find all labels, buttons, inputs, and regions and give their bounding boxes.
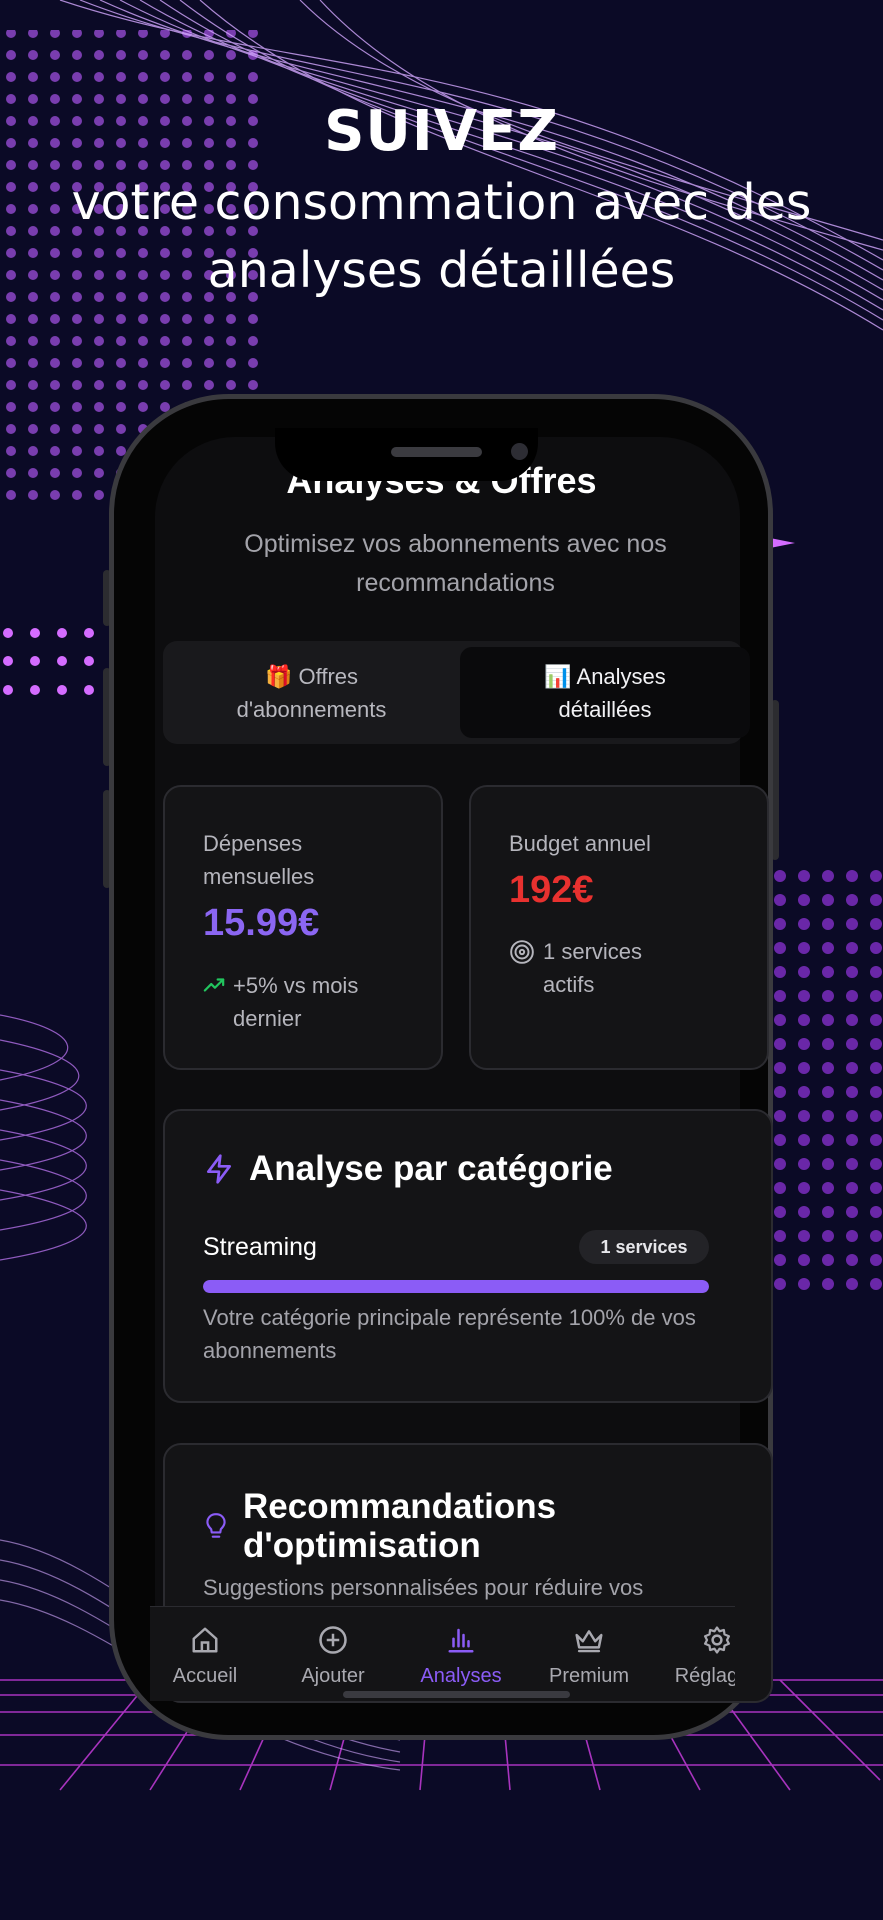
- lightning-icon: [207, 1154, 231, 1184]
- nav-label: Réglages: [674, 1665, 735, 1687]
- nav-item-premium[interactable]: Premium: [534, 1625, 644, 1688]
- segmented-tabs: 🎁 Offres d'abonnements 📊 Analyses détail…: [163, 641, 750, 744]
- hero: SUIVEZ votre consommation avec des analy…: [0, 95, 883, 305]
- category-note: Votre catégorie principale représente 10…: [203, 1305, 696, 1363]
- hero-title: SUIVEZ: [324, 99, 559, 164]
- page-subtitle: Optimisez vos abonnements avec nos recom…: [244, 530, 667, 597]
- target-icon: [510, 940, 534, 964]
- trend-text: +5% vs mois dernier: [233, 973, 359, 1031]
- hero-subtitle-line2: analyses détaillées: [207, 242, 676, 299]
- category-progress-track: [203, 1280, 709, 1293]
- phone-speaker: [391, 447, 482, 457]
- category-title: Analyse par catégorie: [249, 1149, 613, 1188]
- category-header: Analyse par catégorie: [203, 1149, 613, 1189]
- nav-item-accueil[interactable]: Accueil: [150, 1625, 260, 1688]
- annual-budget-card: Budget annuel 192€ 1 services actifs: [469, 785, 769, 1070]
- monthly-spending-label: Dépenses mensuelles: [203, 831, 315, 889]
- category-analysis-card: Analyse par catégorie Streaming 1 servic…: [163, 1109, 773, 1403]
- gear-icon: [704, 1626, 730, 1654]
- nav-item-reglages[interactable]: Réglages: [662, 1625, 735, 1688]
- recommendations-subtitle: Suggestions personnalisées pour réduire …: [203, 1575, 644, 1600]
- recommendations-title: Recommandations d'optimisation: [243, 1487, 557, 1565]
- annual-budget-value: 192€: [509, 869, 594, 911]
- nav-label: Analyses: [420, 1665, 502, 1687]
- tab-label-line1: Analyses: [576, 663, 666, 689]
- trend-row: +5% vs mois dernier: [203, 969, 383, 1035]
- recommendations-header: Recommandations d'optimisation: [203, 1487, 623, 1565]
- trending-up-icon: [203, 978, 225, 992]
- crown-icon: [575, 1630, 603, 1653]
- services-count-badge: 1 services: [579, 1230, 709, 1264]
- category-progress-fill: [203, 1280, 709, 1293]
- lightbulb-icon: [206, 1513, 226, 1538]
- plus-circle-icon: [319, 1626, 347, 1654]
- hero-subtitle-line1: votre consommation avec des: [71, 174, 812, 231]
- nav-label: Accueil: [172, 1665, 238, 1687]
- nav-label: Ajouter: [301, 1665, 365, 1687]
- tab-label-line2: détaillées: [558, 696, 652, 722]
- monthly-spending-card: Dépenses mensuelles 15.99€ +5% vs mois d…: [163, 785, 443, 1070]
- tab-label-line1: Offres: [298, 663, 359, 689]
- bar-chart-icon: [448, 1628, 474, 1653]
- tab-detailed-analytics[interactable]: 📊 Analyses détaillées: [460, 647, 750, 738]
- bottom-navigation: Accueil Ajouter Analyses Premium Régla: [150, 1606, 735, 1701]
- annual-budget-label: Budget annuel: [509, 831, 651, 856]
- phone-camera: [511, 443, 528, 460]
- monthly-spending-value: 15.99€: [203, 902, 320, 944]
- tab-label-line2: d'abonnements: [236, 696, 387, 722]
- chart-emoji-icon: 📊: [544, 663, 572, 689]
- nav-item-analyses[interactable]: Analyses: [406, 1625, 516, 1688]
- services-row: 1 services actifs: [509, 935, 683, 1001]
- category-name: Streaming: [203, 1233, 317, 1261]
- nav-item-ajouter[interactable]: Ajouter: [278, 1625, 388, 1688]
- active-services-text: 1 services actifs: [543, 939, 643, 997]
- nav-label: Premium: [548, 1665, 629, 1687]
- tab-subscription-offers[interactable]: 🎁 Offres d'abonnements: [169, 647, 454, 738]
- home-indicator: [343, 1691, 570, 1698]
- gift-icon: 🎁: [264, 663, 293, 689]
- home-icon: [192, 1627, 218, 1653]
